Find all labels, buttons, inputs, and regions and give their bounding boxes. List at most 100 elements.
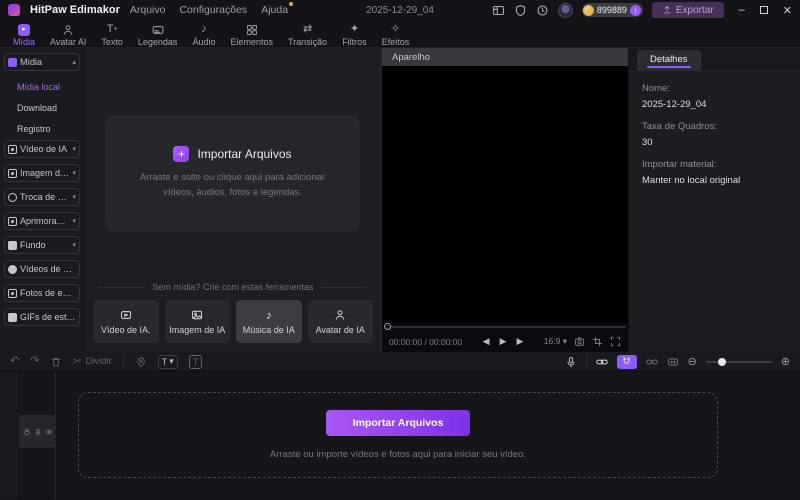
plus-icon: +: [173, 146, 190, 163]
timeline-left-rail: [0, 372, 18, 499]
field-label-nome: Nome:: [642, 83, 670, 94]
menubar: Arquivo Configurações Ajuda: [130, 2, 294, 16]
app-window: HitPaw Edimakor Arquivo Configurações Aj…: [0, 0, 800, 500]
track-header: [19, 415, 56, 448]
lock-track-icon[interactable]: [23, 428, 31, 436]
sidebar-group-midia[interactable]: Mídia ▴: [4, 53, 80, 71]
ai-tools-row: Vídeo de IA. Imagem de IA ♪ Música de IA…: [93, 300, 373, 343]
snapshot-camera-icon[interactable]: [574, 336, 585, 347]
play-button[interactable]: ▶: [500, 336, 507, 347]
menu-ajuda[interactable]: Ajuda: [261, 2, 294, 16]
sidebar-group-video-ia[interactable]: Vídeo de IA ▾: [4, 140, 80, 158]
undo-button[interactable]: ↶: [10, 356, 19, 367]
ai-video-tool-icon: [120, 310, 131, 319]
tab-filtros[interactable]: ✦ Filtros: [335, 22, 374, 48]
delete-trash-icon[interactable]: [50, 356, 62, 368]
sidebar-item-download[interactable]: Download: [4, 98, 80, 118]
details-tabbar: Detalhes: [629, 48, 800, 71]
aspect-ratio-select[interactable]: 16:9 ▾: [544, 336, 567, 347]
close-button[interactable]: ✕: [783, 4, 792, 17]
seek-knob[interactable]: [384, 323, 391, 330]
menu-arquivo[interactable]: Arquivo: [130, 4, 166, 16]
fit-timeline-icon[interactable]: [667, 356, 679, 368]
redo-button[interactable]: ↷: [30, 356, 39, 367]
ribbon-tabs: ▸ Mídia Avatar AI T+ Texto Legendas ♪ Áu…: [0, 20, 800, 48]
sidebar-group-videos-estoque[interactable]: Vídeos de esto...: [4, 260, 80, 278]
import-hint: Arraste e solte ou clique aqui para adic…: [139, 172, 326, 198]
hide-track-icon[interactable]: [44, 428, 53, 436]
import-title-row: + Importar Arquivos: [173, 146, 292, 163]
collapse-caret-icon: ▴: [72, 59, 76, 66]
ai-video-tool-button[interactable]: Vídeo de IA.: [93, 300, 159, 343]
timeline-import-zone[interactable]: Importar Arquivos Arraste ou importe víd…: [78, 392, 718, 478]
scissors-icon: ✂: [73, 356, 82, 367]
layout-panel-icon[interactable]: [492, 4, 505, 17]
ai-music-tool-button[interactable]: ♪ Música de IA: [236, 300, 302, 343]
caret-down-icon: ▾: [169, 356, 174, 366]
transport-controls: ◀ ▶ ▶: [483, 336, 524, 347]
tab-transicao[interactable]: ⇄ Transição: [281, 22, 334, 48]
expand-caret-icon: ▾: [72, 218, 76, 225]
sidebar-group-troca-de-rosto[interactable]: Troca de Rost... ▾: [4, 188, 80, 206]
user-avatar[interactable]: [557, 2, 573, 18]
sidebar-item-midia-local[interactable]: Mídia local: [4, 77, 80, 97]
expand-caret-icon: ▾: [72, 194, 76, 201]
minimize-button[interactable]: –: [739, 4, 745, 16]
stock-photo-icon: [8, 288, 17, 298]
unlink-clips-icon[interactable]: [645, 356, 658, 368]
tab-legendas[interactable]: Legendas: [131, 22, 185, 48]
sidebar-item-registro[interactable]: Registro: [4, 119, 80, 139]
field-label-taxa: Taxa de Quadros:: [642, 121, 717, 132]
import-dropzone[interactable]: + Importar Arquivos Arraste e solte ou c…: [105, 115, 360, 232]
preview-viewport[interactable]: [382, 66, 628, 322]
magnetic-snap-button[interactable]: [616, 354, 637, 369]
upload-icon: [663, 6, 671, 14]
ai-avatar-tool-button[interactable]: Avatar de IA: [307, 300, 373, 343]
fullscreen-icon[interactable]: [610, 336, 621, 347]
ai-image-tool-button[interactable]: Imagem de IA: [164, 300, 230, 343]
text-tool-button[interactable]: T ▾: [157, 354, 178, 369]
link-clips-icon[interactable]: [595, 356, 608, 368]
tab-avatar-ai[interactable]: Avatar AI: [43, 22, 93, 48]
tab-detalhes[interactable]: Detalhes: [637, 50, 701, 70]
history-clock-icon[interactable]: [536, 4, 549, 17]
menu-configuracoes[interactable]: Configurações: [179, 4, 247, 16]
subtitles-icon: [152, 25, 163, 34]
sidebar-group-fundo[interactable]: Fundo ▾: [4, 236, 80, 254]
export-button[interactable]: Exportar: [651, 2, 724, 18]
timeline-import-button[interactable]: Importar Arquivos: [325, 410, 471, 436]
ai-image-icon: [8, 168, 17, 178]
zoom-in-button[interactable]: ⊕: [781, 355, 790, 368]
seek-track: [384, 325, 626, 328]
split-button[interactable]: ✂ Dividir: [73, 356, 111, 367]
window-controls: – ✕: [739, 4, 792, 17]
mute-track-icon[interactable]: [34, 428, 42, 436]
enhancer-icon: [8, 216, 17, 226]
app-logo-icon: [8, 4, 20, 16]
text-tool-icon: T: [161, 356, 168, 367]
prev-frame-button[interactable]: ◀: [483, 336, 490, 347]
marker-pin-icon[interactable]: [135, 356, 147, 368]
timeline-zoom-slider[interactable]: [705, 357, 772, 366]
sidebar-group-imagem-ia[interactable]: Imagem de IA ▾: [4, 164, 80, 182]
tab-audio[interactable]: ♪ Áudio: [185, 22, 222, 48]
audio-note-icon: ♪: [201, 23, 207, 35]
seek-bar[interactable]: [382, 322, 628, 331]
crop-icon[interactable]: [592, 336, 603, 347]
zoom-slider-knob[interactable]: [717, 357, 726, 366]
tab-midia[interactable]: ▸ Mídia: [6, 22, 42, 48]
tab-efeitos[interactable]: ✧ Efeitos: [375, 22, 417, 48]
sidebar-group-fotos-estoque[interactable]: Fotos de estoque: [4, 284, 80, 302]
sidebar-group-gifs-estoque[interactable]: GIFs de estoque: [4, 308, 80, 326]
auto-caption-button[interactable]: T: [188, 354, 203, 369]
credits-badge[interactable]: 899889 ↑: [581, 3, 643, 17]
voiceover-mic-icon[interactable]: [565, 356, 577, 368]
zoom-out-button[interactable]: ⊖: [688, 355, 697, 368]
feedback-shield-icon[interactable]: [514, 4, 527, 17]
tab-elementos[interactable]: Elementos: [223, 22, 280, 48]
next-frame-button[interactable]: ▶: [516, 336, 523, 347]
sidebar-group-aprimorador[interactable]: Aprimorador ... ▾: [4, 212, 80, 230]
tab-texto[interactable]: T+ Texto: [94, 22, 130, 48]
maximize-button[interactable]: [759, 6, 768, 14]
field-value-nome: 2025-12-29_04: [642, 99, 707, 110]
